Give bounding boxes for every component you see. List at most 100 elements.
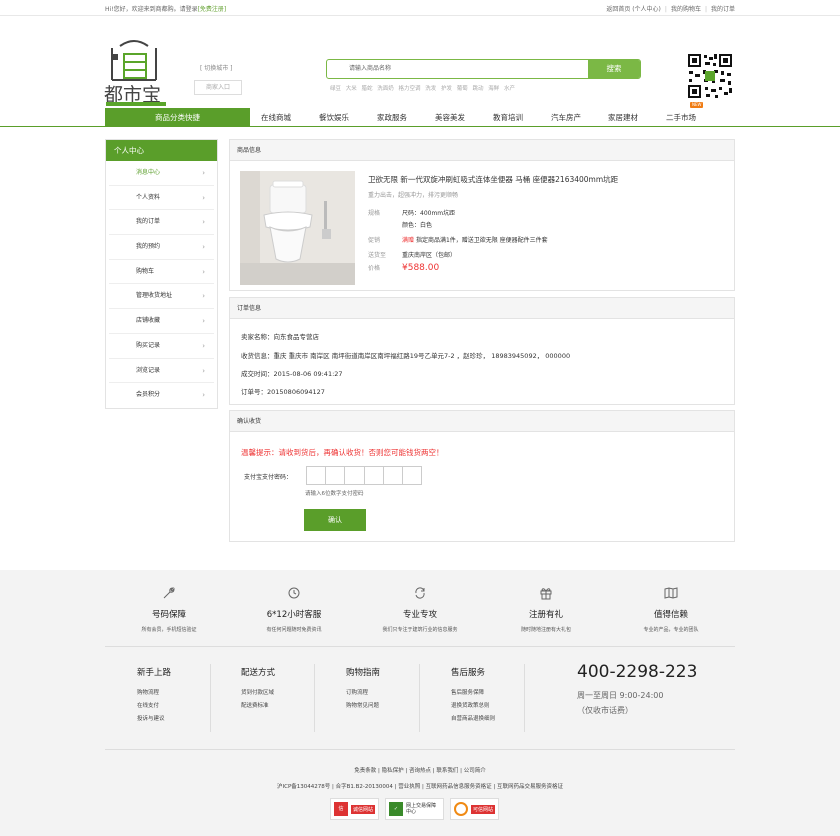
footer-col-delivery: 配送方式 货到付款区域 配送费标准 bbox=[241, 666, 341, 713]
logo[interactable]: 都市宝 bbox=[104, 36, 168, 108]
footer-divider bbox=[524, 664, 525, 732]
search-input[interactable]: 请输入商品名称 bbox=[327, 60, 589, 78]
promo-tag: 满赠 bbox=[402, 237, 415, 244]
nav-dining[interactable]: 餐饮娱乐 bbox=[319, 108, 349, 127]
footer-divider bbox=[105, 749, 735, 750]
product-title[interactable]: 卫欲无限 新一代双旋冲刷虹吸式连体坐便器 马桶 座便器2163400mm坑距 bbox=[368, 174, 618, 185]
footer: 号码保障 所有会员，手机短信验证 6*12小时客服 有任何问题随时免费资讯 专业… bbox=[0, 570, 840, 836]
feature-desc: 我们只专注于建筑行业的信息服务 bbox=[382, 627, 458, 633]
footer-col-title: 配送方式 bbox=[241, 668, 276, 678]
promo-label: 促销 bbox=[368, 237, 381, 244]
footer-link[interactable]: 购物流程 bbox=[137, 687, 237, 700]
footer-col-guide: 购物指南 订购流程 购物常见问题 bbox=[346, 666, 446, 713]
sidebar-item-label: 会员积分 bbox=[136, 391, 161, 399]
nav-auto-realty[interactable]: 汽车房产 bbox=[551, 108, 581, 127]
sidebar-item-addresses[interactable]: 管理收货地址 › bbox=[109, 284, 214, 310]
chevron-right-icon: › bbox=[202, 267, 205, 276]
nav-second-hand[interactable]: 二手市场 bbox=[666, 108, 696, 127]
chevron-right-icon: › bbox=[202, 341, 205, 350]
footer-license-line[interactable]: 沪ICP备13044278号 | 合字B1.B2-20130004 | 营业执照… bbox=[0, 779, 840, 795]
transaction-time: 成交时间：2015-08-06 09:41:27 bbox=[241, 370, 343, 378]
nav-home-building[interactable]: 家居建材 bbox=[608, 108, 638, 127]
order-number: 订单号：20150806094127 bbox=[241, 388, 325, 396]
footer-link[interactable]: 配送费标准 bbox=[241, 700, 341, 713]
service-hours-note: （仅收市话费） bbox=[577, 706, 633, 715]
confirm-receipt-panel: 确认收货 温馨提示：请收到货后，再确认收货！否则您可能钱货两空！ 支付宝支付密码… bbox=[229, 410, 735, 542]
footer-col-title: 购物指南 bbox=[346, 668, 381, 678]
register-link[interactable]: [免费注册] bbox=[198, 6, 227, 13]
sidebar-item-points[interactable]: 会员积分 › bbox=[109, 383, 214, 408]
merchant-entry-button[interactable]: 商家入口 bbox=[194, 80, 242, 95]
footer-link[interactable]: 在线支付 bbox=[137, 700, 237, 713]
sidebar-item-browse-history[interactable]: 浏览记录 › bbox=[109, 359, 214, 384]
sidebar-item-reservations[interactable]: 我的预约 › bbox=[109, 235, 214, 260]
trust-badge-trusted-site[interactable]: 可信网站 bbox=[450, 798, 500, 820]
delivery-label: 送货至 bbox=[368, 252, 387, 259]
toilet-image bbox=[240, 171, 355, 285]
main-nav: 商品分类快捷 在线商城 餐饮娱乐 家政服务 美容美发 教育培训 汽车房产 家居建… bbox=[0, 102, 840, 127]
spec-color-row: 颜色：白色 bbox=[368, 220, 432, 229]
footer-links-line[interactable]: 免责条款 | 隐私保护 | 咨询热点 | 联系我们 | 公司简介 bbox=[0, 763, 840, 779]
password-digit-box[interactable] bbox=[326, 467, 346, 484]
trust-badge-integrity[interactable]: 信诚信网站 bbox=[330, 798, 380, 820]
footer-divider bbox=[419, 664, 420, 732]
feature-desc: 有任何问题随时免费资讯 bbox=[266, 627, 322, 633]
password-digit-box[interactable] bbox=[384, 467, 403, 484]
footer-link[interactable]: 售后服务保障 bbox=[451, 687, 551, 700]
my-orders-link[interactable]: 我的订单 bbox=[711, 6, 735, 13]
delivery-row: 送货至 重庆南岸区（包邮） bbox=[368, 250, 456, 259]
feature-register-gift: 注册有礼 随时随地注册有大礼包 bbox=[481, 586, 611, 633]
footer-link[interactable]: 订购流程 bbox=[346, 687, 446, 700]
pay-password-input[interactable] bbox=[306, 466, 422, 485]
shield-icon: ✓ bbox=[389, 802, 404, 816]
sidebar-item-cart[interactable]: 购物车 › bbox=[109, 260, 214, 285]
confirm-button[interactable]: 确认 bbox=[304, 509, 366, 531]
feature-title: 6*12小时客服 bbox=[266, 610, 322, 620]
password-digit-box[interactable] bbox=[345, 467, 365, 484]
nav-education[interactable]: 教育培训 bbox=[493, 108, 523, 127]
product-price: ¥588.00 bbox=[402, 263, 440, 273]
service-hours-text: 周一至周日 9:00-24:00 bbox=[577, 691, 664, 700]
cart-link[interactable]: 我的购物车 bbox=[671, 6, 701, 13]
search-button[interactable]: 搜索 bbox=[588, 60, 640, 78]
pay-password-label: 支付宝支付密码： bbox=[244, 474, 293, 481]
gift-icon bbox=[481, 586, 611, 602]
footer-col-title: 新手上路 bbox=[137, 668, 172, 678]
footer-link[interactable]: 退换货政策总则 bbox=[451, 700, 551, 713]
feature-trustworthy: 值得信赖 专业的产品，专业的团队 bbox=[606, 586, 736, 633]
section-title: 商品信息 bbox=[230, 140, 734, 161]
nav-housekeeping[interactable]: 家政服务 bbox=[377, 108, 407, 127]
chevron-right-icon: › bbox=[202, 218, 205, 227]
sidebar-item-purchase-history[interactable]: 购买记录 › bbox=[109, 334, 214, 359]
new-badge: NEW bbox=[690, 102, 704, 108]
header: 都市宝 [ 切换城市 ] 商家入口 请输入商品名称 搜索 绿豆 大米 腊蛇 洗面… bbox=[0, 16, 840, 108]
hot-keywords[interactable]: 绿豆 大米 腊蛇 洗面奶 格力空调 洗发 护发 葡萄 跳动 海鲜 水产 bbox=[330, 84, 515, 92]
sidebar-item-favorite-shops[interactable]: 店铺收藏 › bbox=[109, 309, 214, 334]
sidebar-item-label: 购物车 bbox=[136, 267, 155, 275]
qr-code-graphic bbox=[686, 52, 734, 100]
password-digit-box[interactable] bbox=[403, 467, 421, 484]
password-digit-box[interactable] bbox=[365, 467, 384, 484]
greeting-text[interactable]: Hi!您好，欢迎来到商都购。请登录 bbox=[105, 6, 198, 13]
footer-divider bbox=[210, 664, 211, 732]
footer-link[interactable]: 购物常见问题 bbox=[346, 700, 446, 713]
nav-beauty[interactable]: 美容美发 bbox=[435, 108, 465, 127]
footer-link[interactable]: 货到付款区域 bbox=[241, 687, 341, 700]
chevron-right-icon: › bbox=[202, 317, 205, 326]
spec-size: 尺码：400mm坑距 bbox=[402, 210, 456, 217]
password-digit-box[interactable] bbox=[307, 467, 327, 484]
sidebar-item-profile[interactable]: 个人资料 › bbox=[109, 186, 214, 211]
footer-col-beginner: 新手上路 购物流程 在线支付 投诉与建议 bbox=[137, 666, 237, 726]
trust-badge-trade-center[interactable]: ✓ 网上交易保障中心 bbox=[385, 798, 445, 820]
category-menu-button[interactable]: 商品分类快捷 bbox=[105, 108, 250, 127]
footer-link[interactable]: 自营商品退换细则 bbox=[451, 713, 551, 726]
home-link[interactable]: 返回首页 (个人中心) bbox=[606, 6, 661, 13]
sidebar-item-messages[interactable]: 消息中心 › bbox=[109, 161, 214, 186]
logo-icon bbox=[111, 40, 157, 81]
nav-online-mall[interactable]: 在线商城 bbox=[261, 108, 291, 127]
price-row: 价格 ¥588.00 bbox=[368, 263, 439, 273]
switch-city-link[interactable]: [ 切换城市 ] bbox=[200, 63, 233, 72]
product-image[interactable] bbox=[240, 171, 355, 285]
footer-link[interactable]: 投诉与建议 bbox=[137, 713, 237, 726]
sidebar-item-orders[interactable]: 我的订单 › bbox=[109, 210, 214, 236]
